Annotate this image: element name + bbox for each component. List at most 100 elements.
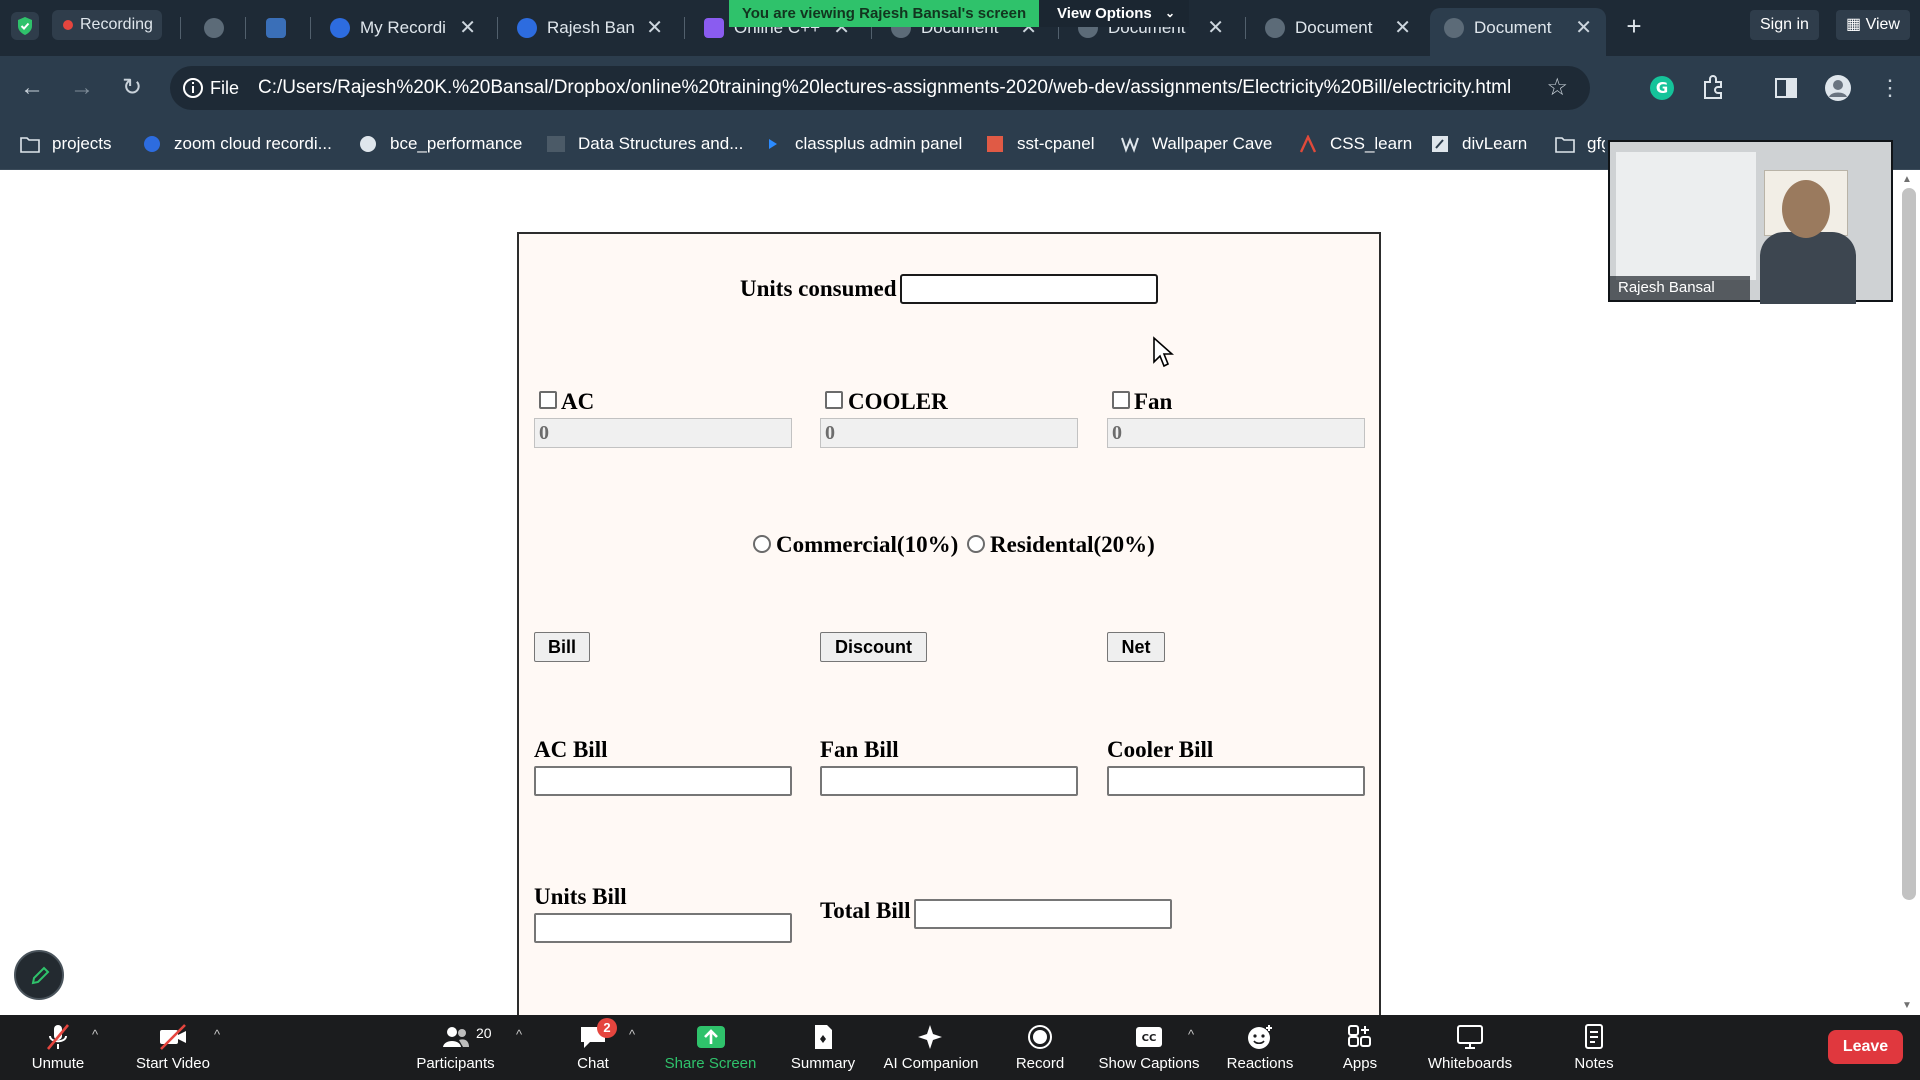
chevron-up-icon[interactable]: ^ xyxy=(92,1027,98,1042)
whiteboards-button[interactable]: Whiteboards xyxy=(1420,1015,1520,1080)
address-url[interactable]: C:/Users/Rajesh%20K.%20Bansal/Dropbox/on… xyxy=(258,66,1511,110)
tab-my-recordings[interactable]: My Recordi ✕ xyxy=(316,8,490,48)
residential-radio[interactable] xyxy=(967,535,985,553)
new-tab-plus-icon[interactable]: + xyxy=(1620,12,1648,40)
participant-video-tile[interactable]: Rajesh Bansal xyxy=(1608,140,1893,304)
svg-text:G: G xyxy=(1656,79,1668,97)
shield-icon[interactable] xyxy=(11,12,39,40)
folder-icon xyxy=(20,137,40,153)
reactions-label: Reactions xyxy=(1226,1055,1294,1072)
view-button[interactable]: ▦ View xyxy=(1836,10,1910,40)
bookmark-star-icon[interactable]: ☆ xyxy=(1546,66,1568,110)
net-button[interactable]: Net xyxy=(1107,632,1165,662)
tab-pinned-globe[interactable] xyxy=(196,8,236,48)
sign-in-button[interactable]: Sign in xyxy=(1750,10,1819,40)
info-icon[interactable] xyxy=(182,77,204,99)
share-screen-button[interactable]: Share Screen xyxy=(660,1015,761,1080)
units-consumed-input[interactable] xyxy=(900,274,1158,304)
units-bill-output[interactable] xyxy=(534,913,792,943)
leave-meeting-button[interactable]: Leave xyxy=(1828,1030,1903,1064)
units-consumed-label: Units consumed xyxy=(740,276,897,301)
ai-companion-button[interactable]: AI Companion xyxy=(876,1015,986,1080)
apps-grid-icon xyxy=(1348,1025,1371,1047)
cooler-checkbox[interactable] xyxy=(825,391,843,409)
bookmark-label: classplus admin panel xyxy=(795,134,963,153)
annotate-pencil-button[interactable] xyxy=(14,950,64,1000)
bookmark-label: Data Structures and... xyxy=(578,134,744,153)
bookmark-gfg[interactable]: gfg xyxy=(1555,128,1605,160)
fan-count-field[interactable]: 0 xyxy=(1107,418,1365,448)
share-screen-arrow-icon xyxy=(696,1026,725,1048)
scroll-up-arrow-icon[interactable]: ▲ xyxy=(1902,174,1912,185)
chevron-up-icon[interactable]: ^ xyxy=(214,1027,220,1042)
residential-label: Residental(20%) xyxy=(990,532,1155,557)
globe-icon xyxy=(204,18,224,38)
globe-icon xyxy=(1265,18,1285,38)
chevron-up-icon[interactable]: ^ xyxy=(1188,1027,1194,1042)
commercial-label: Commercial(10%) xyxy=(776,532,959,557)
fan-bill-output[interactable] xyxy=(820,766,1078,796)
apps-button[interactable]: Apps xyxy=(1320,1015,1400,1080)
back-arrow-icon[interactable]: ← xyxy=(16,72,48,104)
ac-bill-output[interactable] xyxy=(534,766,792,796)
side-panel-icon[interactable] xyxy=(1770,72,1802,104)
tab-separator xyxy=(684,17,685,39)
tab-document[interactable]: Document ✕ xyxy=(1251,8,1425,48)
pencil-icon xyxy=(31,966,50,985)
close-icon[interactable]: ✕ xyxy=(646,8,663,48)
globe-icon xyxy=(360,136,376,152)
zoom-meeting-controls: Unmute ^ Start Video ^ Participants 20 ^… xyxy=(0,1015,1920,1080)
ac-checkbox[interactable] xyxy=(539,391,557,409)
grammarly-icon[interactable]: G xyxy=(1646,72,1678,104)
cooler-bill-label: Cooler Bill xyxy=(1107,737,1214,762)
chevron-up-icon[interactable]: ^ xyxy=(629,1027,635,1042)
scrollbar-thumb[interactable] xyxy=(1902,188,1916,900)
discount-button[interactable]: Discount xyxy=(820,632,927,662)
commercial-radio[interactable] xyxy=(753,535,771,553)
ac-bill-label: AC Bill xyxy=(534,737,608,762)
whiteboard-background xyxy=(1616,152,1756,280)
td-logo-icon xyxy=(547,136,565,152)
tab-document-active[interactable]: Document ✕ xyxy=(1430,8,1606,56)
notes-button[interactable]: Notes xyxy=(1554,1015,1634,1080)
extensions-puzzle-icon[interactable] xyxy=(1697,72,1729,104)
cooler-bill-output[interactable] xyxy=(1107,766,1365,796)
cpanel-icon xyxy=(987,136,1003,152)
fan-label: Fan xyxy=(1134,389,1173,414)
kebab-menu-icon[interactable]: ⋮ xyxy=(1874,72,1906,104)
close-icon[interactable]: ✕ xyxy=(1207,8,1224,48)
scroll-down-arrow-icon[interactable]: ▼ xyxy=(1902,1000,1912,1011)
start-video-button[interactable]: Start Video xyxy=(128,1015,218,1080)
tab-label: Document xyxy=(1295,18,1373,37)
forward-arrow-icon[interactable]: → xyxy=(66,72,98,104)
unmute-button[interactable]: Unmute xyxy=(18,1015,98,1080)
show-captions-button[interactable]: CC Show Captions xyxy=(1094,1015,1204,1080)
reactions-button[interactable]: Reactions xyxy=(1220,1015,1300,1080)
tab-pinned-drive[interactable] xyxy=(258,8,298,48)
total-bill-output[interactable] xyxy=(914,899,1172,929)
close-icon[interactable]: ✕ xyxy=(1575,8,1592,48)
reload-icon[interactable]: ↻ xyxy=(116,72,148,104)
cooler-count-field[interactable]: 0 xyxy=(820,418,1078,448)
record-button[interactable]: Record xyxy=(1000,1015,1080,1080)
cloud-icon xyxy=(266,18,286,38)
globe-icon xyxy=(1444,18,1464,38)
recording-indicator[interactable]: Recording xyxy=(52,10,162,40)
address-bar[interactable]: File C:/Users/Rajesh%20K.%20Bansal/Dropb… xyxy=(170,66,1590,110)
close-icon[interactable]: ✕ xyxy=(459,8,476,48)
sign-in-label: Sign in xyxy=(1760,16,1809,33)
bill-button[interactable]: Bill xyxy=(534,632,590,662)
tab-rajesh-bansal[interactable]: Rajesh Ban ✕ xyxy=(503,8,677,48)
summary-button[interactable]: Summary xyxy=(783,1015,863,1080)
total-bill-label: Total Bill xyxy=(820,898,911,923)
view-options-label: View Options xyxy=(1057,5,1152,22)
ac-count-field[interactable]: 0 xyxy=(534,418,792,448)
fan-checkbox[interactable] xyxy=(1112,391,1130,409)
close-icon[interactable]: ✕ xyxy=(1394,8,1411,48)
css-learn-icon xyxy=(1299,135,1317,153)
chevron-up-icon[interactable]: ^ xyxy=(516,1027,522,1042)
profile-avatar-icon[interactable] xyxy=(1822,72,1854,104)
bolt-icon xyxy=(704,18,724,38)
view-options-button[interactable]: View Options ⌄ xyxy=(1039,0,1189,27)
tab-separator xyxy=(1245,17,1246,39)
